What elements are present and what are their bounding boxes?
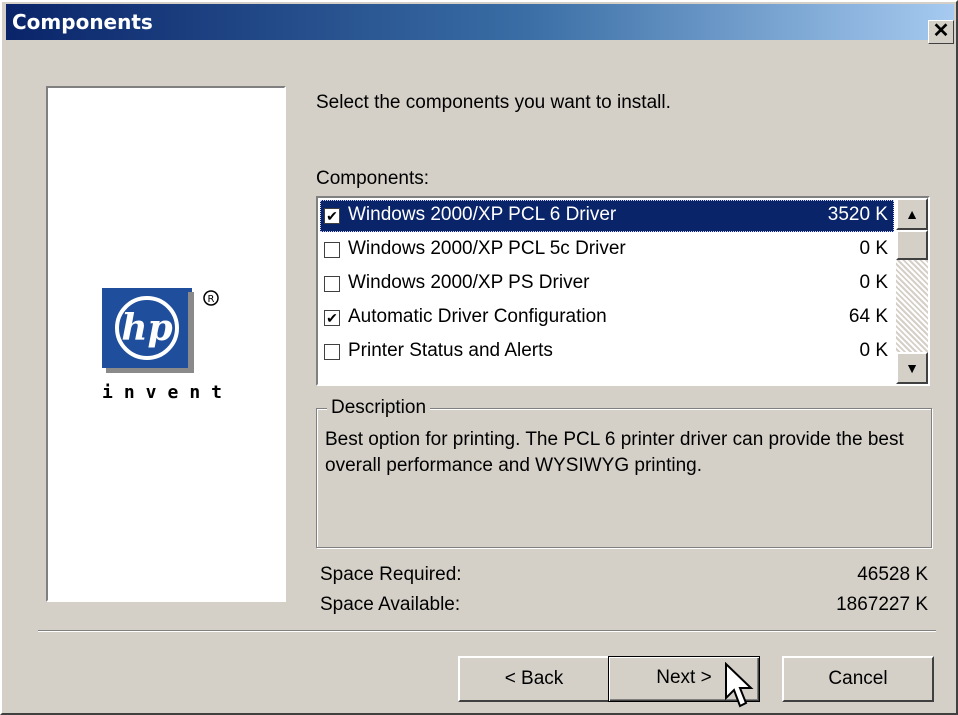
scroll-down-button[interactable]: ▼ (896, 352, 928, 384)
component-checkbox[interactable] (324, 344, 340, 360)
component-label: Windows 2000/XP PS Driver (348, 272, 590, 293)
list-item[interactable]: ✔ Automatic Driver Configuration 64 K (320, 302, 894, 334)
scroll-up-icon: ▲ (905, 206, 919, 222)
mouse-pointer-icon (725, 662, 754, 708)
list-item[interactable]: ✔ Windows 2000/XP PCL 6 Driver 3520 K (320, 200, 894, 232)
close-button[interactable]: ✕ (928, 20, 954, 44)
component-label: Printer Status and Alerts (348, 340, 553, 361)
svg-text:hp: hp (121, 307, 172, 349)
list-item[interactable]: Printer Status and Alerts 0 K (320, 336, 894, 368)
svg-text:R: R (208, 294, 215, 305)
component-label: Windows 2000/XP PCL 5c Driver (348, 238, 626, 259)
description-group: Description Best option for printing. Th… (316, 397, 932, 548)
space-required-value: 46528 K (857, 564, 928, 585)
space-available-label: Space Available: (320, 594, 461, 615)
close-icon: ✕ (932, 20, 950, 42)
description-legend: Description (327, 397, 431, 419)
component-label: Automatic Driver Configuration (348, 306, 607, 327)
instruction-text: Select the components you want to instal… (316, 92, 671, 113)
component-size: 64 K (848, 306, 888, 327)
scroll-down-icon: ▼ (905, 360, 919, 376)
components-label: Components: (316, 168, 430, 189)
title-bar[interactable]: Components (6, 4, 954, 40)
components-list[interactable]: ✔ Windows 2000/XP PCL 6 Driver 3520 K Wi… (316, 196, 930, 386)
component-size: 3520 K (827, 204, 888, 225)
cancel-button[interactable]: Cancel (782, 656, 934, 702)
back-button[interactable]: < Back (458, 656, 610, 702)
component-checkbox[interactable]: ✔ (324, 310, 340, 326)
components-dialog: Components ✕ hp R invent Select the comp… (0, 0, 958, 715)
description-text: Best option for printing. The PCL 6 prin… (325, 429, 904, 476)
scroll-up-button[interactable]: ▲ (896, 198, 928, 230)
component-size: 0 K (859, 340, 888, 361)
list-item[interactable]: Windows 2000/XP PS Driver 0 K (320, 268, 894, 300)
component-checkbox[interactable]: ✔ (324, 208, 340, 224)
component-label: Windows 2000/XP PCL 6 Driver (348, 204, 617, 225)
component-checkbox[interactable] (324, 242, 340, 258)
hp-logo-icon: hp R (102, 288, 219, 373)
window-title: Components (12, 10, 153, 34)
components-scrollbar[interactable]: ▲ ▼ (896, 198, 928, 384)
list-item[interactable]: Windows 2000/XP PCL 5c Driver 0 K (320, 234, 894, 266)
divider (38, 630, 936, 632)
component-checkbox[interactable] (324, 276, 340, 292)
component-size: 0 K (859, 272, 888, 293)
scroll-thumb[interactable] (896, 230, 928, 260)
logo-panel: hp R invent (46, 86, 286, 602)
component-size: 0 K (859, 238, 888, 259)
space-available-value: 1867227 K (836, 594, 928, 615)
hp-invent-tagline: invent (102, 382, 234, 403)
space-required-label: Space Required: (320, 564, 462, 585)
